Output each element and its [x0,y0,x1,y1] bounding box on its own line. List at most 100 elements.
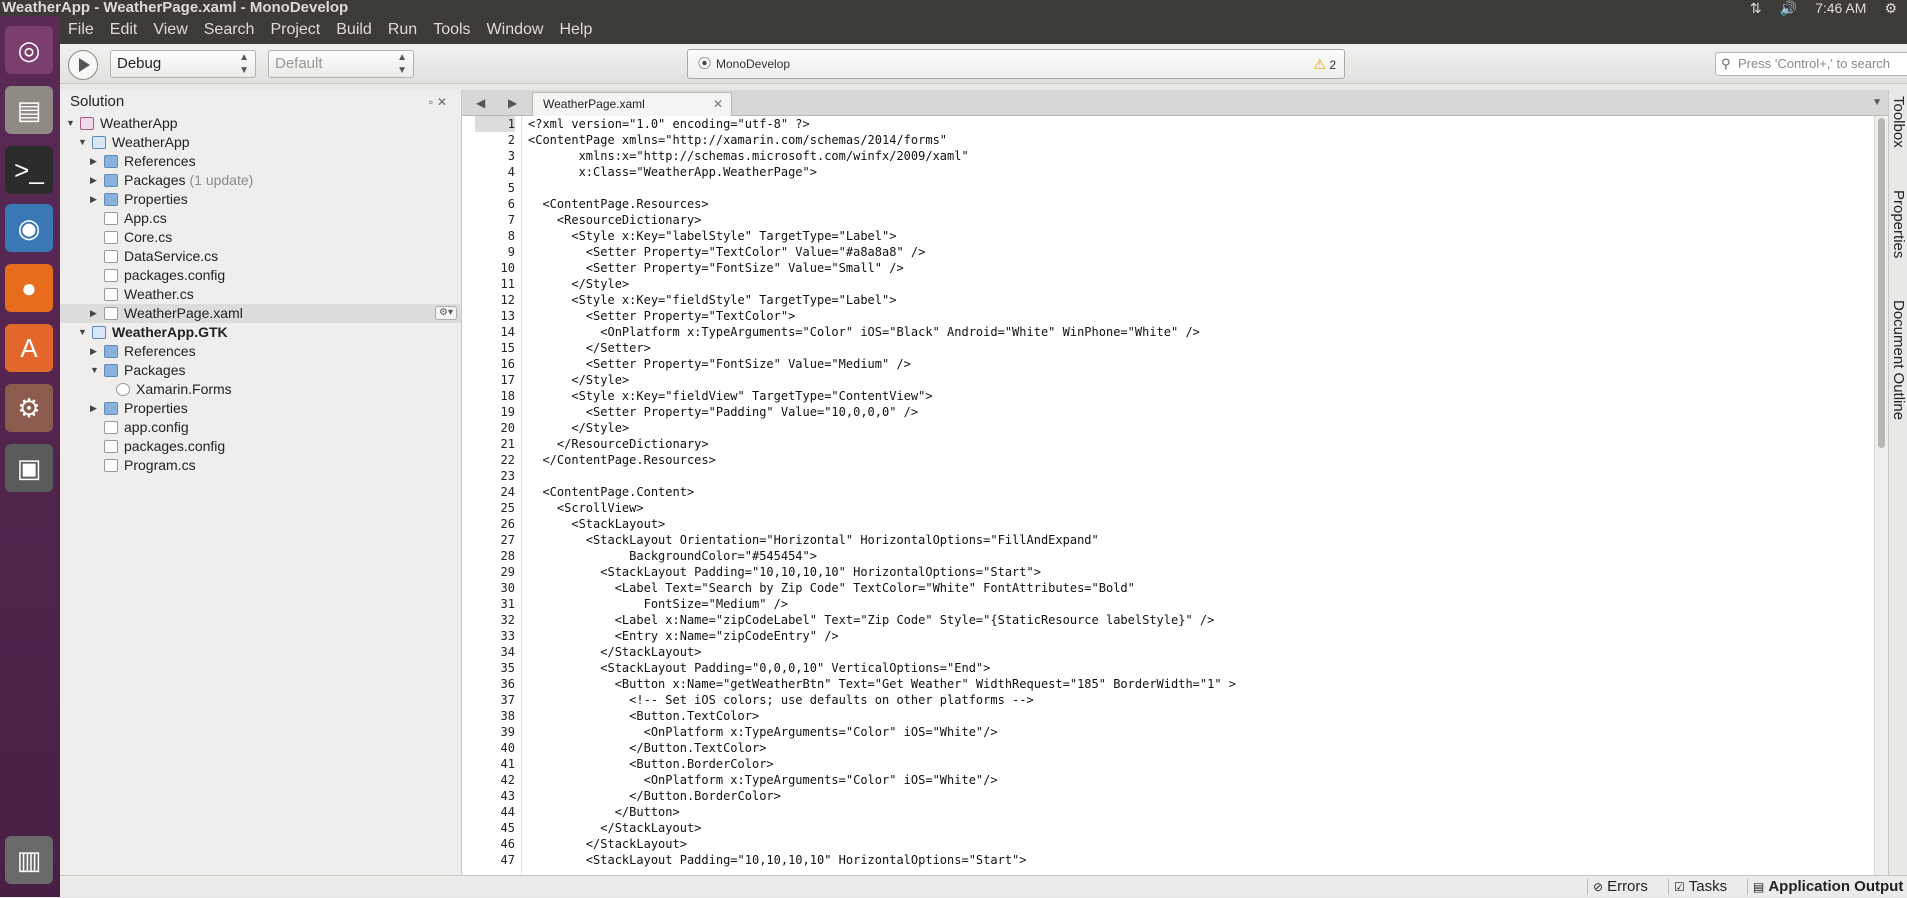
code-line[interactable]: </Button.TextColor> [528,740,766,756]
menu-window[interactable]: Window [479,16,552,44]
code-line[interactable]: <Style x:Key="fieldStyle" TargetType="La… [528,292,896,308]
chevron-down-icon[interactable]: ▼ [66,114,75,133]
run-button[interactable] [68,50,98,80]
pad-tab-toolbox[interactable]: Toolbox [1889,96,1907,148]
tree-item[interactable]: ▶ Packages (1 update) [60,171,461,190]
search-input[interactable]: ⚲ Press 'Control+,' to search [1715,52,1907,76]
target-select[interactable]: Default ▲ ▼ [268,50,414,78]
tree-item[interactable]: Xamarin.Forms [60,380,461,399]
chevron-down-icon[interactable]: ▼ [90,361,99,380]
gear-icon[interactable]: ⚙ [1884,0,1897,16]
tree-item[interactable]: DataService.cs [60,247,461,266]
close-icon[interactable]: ✕ [713,93,723,115]
code-line[interactable]: </StackLayout> [528,820,701,836]
monodevelop-icon[interactable]: ◉ [5,204,53,252]
code-line[interactable]: BackgroundColor="#545454"> [528,548,817,564]
status-pad-tasks[interactable]: ☑ Tasks [1674,876,1727,898]
code-line[interactable]: <Label x:Name="zipCodeLabel" Text="Zip C… [528,612,1215,628]
scrollbar-thumb[interactable] [1878,118,1885,448]
pad-tab-document-outline[interactable]: Document Outline [1889,300,1907,420]
configuration-select[interactable]: Debug ▲ ▼ [110,50,256,78]
tree-item[interactable]: App.cs [60,209,461,228]
tree-item[interactable]: ▼ WeatherApp.GTK [60,323,461,342]
tree-item[interactable]: packages.config [60,437,461,456]
code-line[interactable]: <Style x:Key="labelStyle" TargetType="La… [528,228,896,244]
chevron-down-icon[interactable]: ▼ [1872,90,1882,116]
tree-item[interactable]: ▼ WeatherApp [60,133,461,152]
code-line[interactable]: <ResourceDictionary> [528,212,702,228]
save-disk-icon[interactable]: ▣ [5,444,53,492]
trash-icon[interactable]: ▥ [5,836,53,884]
code-line[interactable]: </StackLayout> [528,836,687,852]
system-settings-icon[interactable]: ⚙ [5,384,53,432]
pad-tab-properties[interactable]: Properties [1889,190,1907,258]
menu-run[interactable]: Run [380,16,425,44]
network-updown-icon[interactable]: ⇅ [1750,0,1762,16]
code-line[interactable]: <StackLayout Padding="10,10,10,10" Horiz… [528,564,1041,580]
code-line[interactable]: </Button> [528,804,680,820]
tree-item[interactable]: ▼ Packages [60,361,461,380]
menu-help[interactable]: Help [551,16,600,44]
code-line[interactable]: <Setter Property="FontSize" Value="Small… [528,260,904,276]
code-line[interactable]: <StackLayout Orientation="Horizontal" Ho… [528,532,1099,548]
chevron-right-icon[interactable]: ▶ [90,190,97,209]
tree-item[interactable]: Weather.cs [60,285,461,304]
code-line[interactable]: xmlns:x="http://schemas.microsoft.com/wi… [528,148,969,164]
code-line[interactable]: </Style> [528,276,629,292]
code-line[interactable]: <Button x:Name="getWeatherBtn" Text="Get… [528,676,1236,692]
code-line[interactable]: </Style> [528,420,629,436]
code-line[interactable]: <StackLayout Padding="10,10,10,10" Horiz… [528,852,1027,868]
code-line[interactable]: <Label Text="Search by Zip Code" TextCol… [528,580,1135,596]
files-icon[interactable]: ▤ [5,86,53,134]
tree-item[interactable]: ▶ WeatherPage.xaml ⚙▾ [60,304,461,323]
chevron-right-icon[interactable]: ▶ [90,342,97,361]
menu-project[interactable]: Project [262,16,328,44]
menu-build[interactable]: Build [328,16,380,44]
code-line[interactable]: </Style> [528,372,629,388]
tree-item[interactable]: app.config [60,418,461,437]
software-center-icon[interactable]: A [5,324,53,372]
status-pad-errors[interactable]: ⊘ Errors [1593,876,1648,898]
code-line[interactable]: x:Class="WeatherApp.WeatherPage"> [528,164,817,180]
code-line[interactable]: <Setter Property="TextColor" Value="#a8a… [528,244,926,260]
chevron-right-icon[interactable]: ▶ [90,399,97,418]
chevron-right-icon[interactable]: ▶ [90,304,97,323]
code-line[interactable]: <StackLayout Padding="0,0,0,10" Vertical… [528,660,990,676]
code-line[interactable]: </Setter> [528,340,651,356]
code-line[interactable]: <Button.TextColor> [528,708,759,724]
tree-item[interactable]: ▶ References [60,152,461,171]
status-pad-application-output[interactable]: ▤ Application Output [1753,876,1903,898]
editor-vertical-scrollbar[interactable] [1874,116,1888,875]
code-line[interactable]: <OnPlatform x:TypeArguments="Color" iOS=… [528,724,998,740]
menu-view[interactable]: View [145,16,195,44]
tree-item[interactable]: ▶ Properties [60,399,461,418]
code-editor[interactable]: 1 2 3 4 5 6 7 8 9 10 11 12 13 14 15 16 17 18 19 20 21 22 23 24 2… [462,116,1874,875]
warnings-indicator[interactable]: ⚠ 2 [1313,50,1336,79]
gear-icon[interactable]: ⚙▾ [435,306,457,320]
tree-item[interactable]: Program.cs [60,456,461,475]
tab-weatherpage-xaml[interactable]: WeatherPage.xaml ✕ [532,92,732,116]
code-line[interactable]: <ContentPage xmlns="http://xamarin.com/s… [528,132,947,148]
code-line[interactable]: <Entry x:Name="zipCodeEntry" /> [528,628,839,644]
menu-search[interactable]: Search [196,16,263,44]
tab-scroll-left-icon[interactable]: ◀ [476,90,485,116]
tab-scroll-right-icon[interactable]: ▶ [508,90,517,116]
code-line[interactable]: <?xml version="1.0" encoding="utf-8" ?> [528,116,810,132]
code-line[interactable]: <Setter Property="Padding" Value="10,0,0… [528,404,918,420]
code-line[interactable]: <Style x:Key="fieldView" TargetType="Con… [528,388,932,404]
code-line[interactable]: </StackLayout> [528,644,701,660]
code-line[interactable]: FontSize="Medium" /> [528,596,789,612]
tree-item[interactable]: packages.config [60,266,461,285]
code-line[interactable]: <OnPlatform x:TypeArguments="Color" iOS=… [528,324,1200,340]
pad-controls[interactable]: ▫✕ [429,90,451,114]
code-line[interactable]: </ContentPage.Resources> [528,452,715,468]
tree-item[interactable]: ▼ WeatherApp [60,114,461,133]
code-line[interactable]: </Button.BorderColor> [528,788,781,804]
chevron-down-icon[interactable]: ▼ [78,133,87,152]
code-line[interactable]: </ResourceDictionary> [528,436,709,452]
ubuntu-dash-icon[interactable]: ◎ [5,26,53,74]
code-line[interactable]: <Button.BorderColor> [528,756,774,772]
code-line[interactable]: <ContentPage.Resources> [528,196,708,212]
code-line[interactable]: <ScrollView> [528,500,644,516]
code-line[interactable]: <Setter Property="FontSize" Value="Mediu… [528,356,911,372]
